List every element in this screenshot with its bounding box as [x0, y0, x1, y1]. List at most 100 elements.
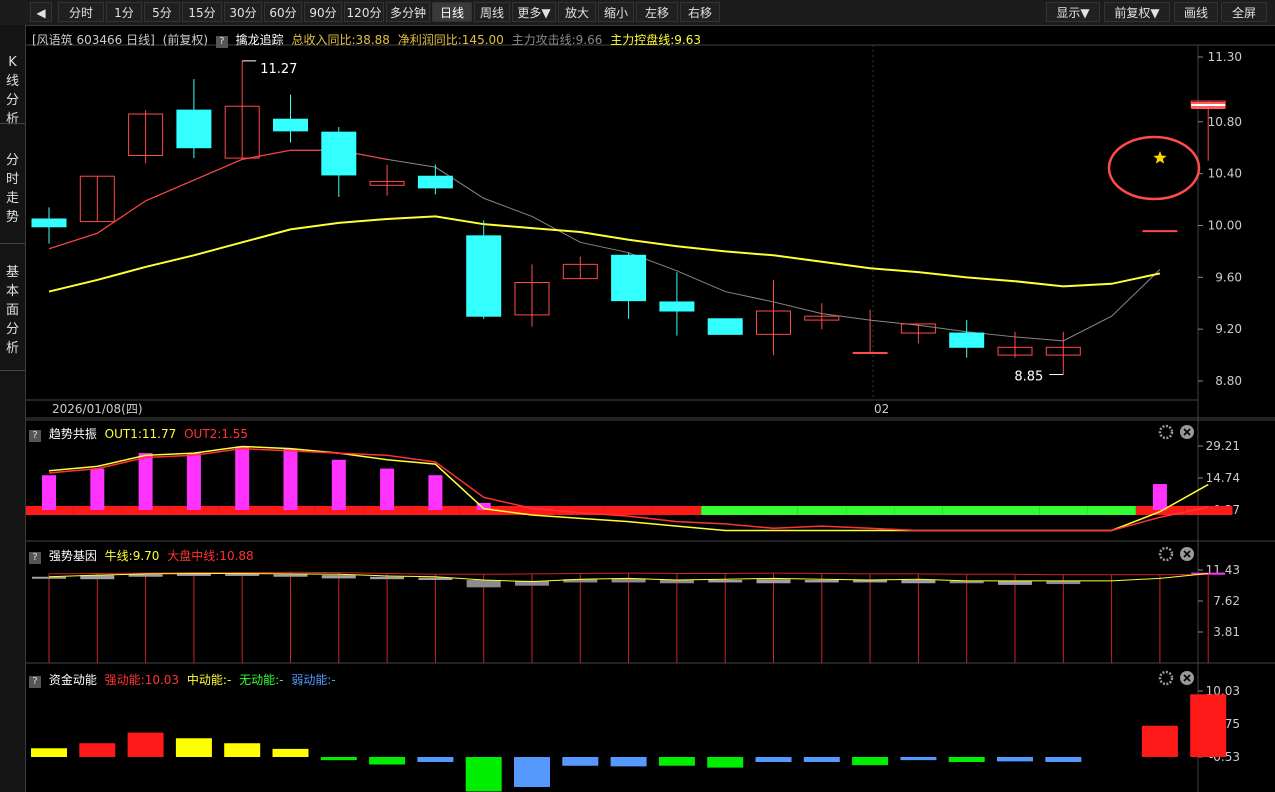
gene-tick-label: 3.81: [1213, 625, 1240, 639]
momentum-bar: [852, 757, 889, 766]
price-tick-label: 9.60: [1215, 270, 1242, 284]
toolbar-button-1[interactable]: 1分: [106, 2, 142, 22]
trend-band-seg: [749, 506, 798, 515]
help-icon[interactable]: ?: [29, 552, 41, 564]
price-tick-label: 10.00: [1208, 218, 1242, 232]
trend-band-seg: [942, 506, 991, 515]
help-icon[interactable]: ?: [29, 676, 41, 688]
trend-tick-label: 14.74: [1206, 471, 1240, 485]
toolbar-button-10[interactable]: 周线: [474, 2, 510, 22]
momentum-bar: [658, 757, 695, 766]
momentum-bar: [803, 757, 840, 762]
trend-band-seg: [846, 506, 895, 515]
trend-bar: [235, 446, 250, 510]
settings-gear-icon: [1158, 546, 1174, 562]
last-candle-highlight: [1191, 104, 1226, 106]
candle-body: [707, 318, 743, 335]
candle-body: [31, 218, 67, 228]
toolbar-button-7[interactable]: 120分: [344, 2, 384, 22]
trend-bar: [331, 459, 346, 510]
toolbar-button-2[interactable]: 5分: [144, 2, 180, 22]
trend-out2-line: [48, 447, 1209, 532]
momentum-bar: [755, 757, 792, 762]
toolbar-button-9[interactable]: 日线: [432, 2, 472, 22]
sidebar-separator: [0, 123, 25, 124]
highlight-circle: [1107, 135, 1201, 201]
attack-line: [48, 149, 1161, 342]
toolbar-button-11[interactable]: 更多▼: [512, 2, 556, 22]
toolbar-right-button-3[interactable]: 全屏: [1221, 2, 1267, 22]
candle-body: [949, 332, 985, 348]
momentum-bar: [175, 738, 212, 757]
candle-body: [176, 109, 212, 149]
momentum-bar: [272, 748, 309, 757]
date-label-start: 2026/01/08(四): [52, 402, 143, 416]
indicator-name: 擒龙追踪: [235, 33, 284, 47]
toolbar-button-4[interactable]: 30分: [224, 2, 262, 22]
trend-bar: [283, 448, 298, 510]
momentum-bar: [369, 757, 406, 765]
toolbar-button-5[interactable]: 60分: [264, 2, 302, 22]
momentum-bar: [948, 757, 985, 762]
settings-gear-icon: [1158, 670, 1174, 686]
trend-band-seg: [991, 506, 1040, 515]
price-tick-label: 10.80: [1208, 115, 1242, 129]
toolbar: ◀ 分时 1分 5分 15分 30分 60分 90分 120分 多分钟 日线 周线 更多▼ 放大 缩小 左移右…: [0, 0, 1275, 26]
legend-attack-line: 主力攻击线:9.66: [511, 33, 603, 47]
sidebar: K线分析分时走势基本面分析: [0, 25, 26, 792]
sidebar-tab-0[interactable]: K线分析: [0, 53, 25, 129]
gene-block: [708, 580, 743, 583]
toolbar-right-button-1[interactable]: 前复权▼: [1104, 2, 1170, 22]
trend-bar: [428, 475, 443, 510]
gene-block: [273, 574, 308, 577]
trend-band-seg: [894, 506, 943, 515]
momentum-mid: 中动能:-: [186, 673, 232, 687]
back-arrow-icon[interactable]: ◀: [30, 2, 52, 22]
settings-gear-icon: [1158, 424, 1174, 440]
momentum-strong: 强动能:10.03: [104, 673, 180, 687]
momentum-none: 无动能:-: [239, 673, 284, 687]
momentum-legend: ? 资金动能 强动能:10.03 中动能:- 无动能:- 弱动能:-: [29, 671, 340, 688]
help-icon[interactable]: ?: [215, 36, 228, 48]
momentum-bar: [417, 757, 454, 762]
trend-bar: [380, 468, 395, 510]
gene-block: [370, 576, 405, 580]
sidebar-tab-2[interactable]: 基本面分析: [0, 263, 25, 358]
momentum-weak: 弱动能:-: [291, 673, 336, 687]
toolbar-button-14[interactable]: 左移: [636, 2, 678, 22]
gene-tick-label: 11.43: [1206, 563, 1240, 577]
trend-band-seg: [701, 506, 750, 515]
toolbar-button-13[interactable]: 缩小: [598, 2, 634, 22]
toolbar-button-0[interactable]: 分时: [58, 2, 104, 22]
max-price-label: 11.27: [260, 62, 297, 77]
momentum-bar: [127, 732, 164, 757]
toolbar-right-button-2[interactable]: 画线: [1174, 2, 1218, 22]
momentum-bar: [1190, 694, 1227, 757]
toolbar-right-button-0[interactable]: 显示▼: [1046, 2, 1100, 22]
sidebar-separator: [0, 370, 25, 371]
toolbar-button-12[interactable]: 放大: [558, 2, 596, 22]
legend-control-line: 主力控盘线:9.63: [610, 33, 701, 47]
momentum-bar: [1141, 725, 1178, 757]
gene-block: [756, 579, 791, 584]
trend-bar: [90, 468, 105, 510]
candle-body: [321, 131, 357, 176]
toolbar-button-3[interactable]: 15分: [182, 2, 222, 22]
candle-body: [611, 254, 647, 302]
toolbar-button-6[interactable]: 90分: [304, 2, 342, 22]
sidebar-tab-1[interactable]: 分时走势: [0, 151, 25, 227]
trend-legend: ? 趋势共振 OUT1:11.77 OUT2:1.55: [29, 425, 252, 442]
toolbar-button-8[interactable]: 多分钟: [386, 2, 430, 22]
momentum-bar: [707, 757, 744, 768]
toolbar-button-15[interactable]: 右移: [680, 2, 720, 22]
sidebar-separator: [0, 243, 25, 244]
gene-legend: ? 强势基因 牛线:9.70 大盘中线:10.88: [29, 547, 258, 564]
candle-body: [1142, 230, 1178, 233]
price-tick-label: 8.80: [1215, 374, 1242, 388]
help-icon[interactable]: ?: [29, 430, 41, 442]
momentum-bar: [1045, 757, 1082, 762]
control-line: [48, 215, 1161, 293]
gene-market: 大盘中线:10.88: [167, 549, 254, 563]
date-label-02: 02: [874, 402, 889, 416]
stock-title: [风语筑 603466 日线]: [32, 33, 155, 47]
